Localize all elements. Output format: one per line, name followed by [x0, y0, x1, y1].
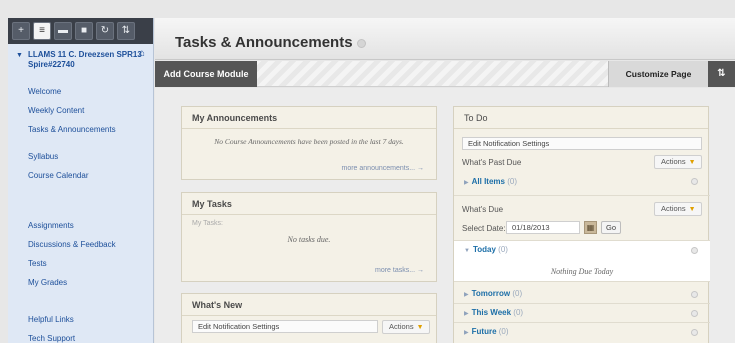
edit-notification-settings-button[interactable]: Edit Notification Settings	[192, 320, 378, 333]
status-circle-icon[interactable]	[691, 178, 698, 185]
sidebar-item-discussions-feedback[interactable]: Discussions & Feedback	[28, 240, 116, 249]
course-title-text: LLAMS 11 C. Dreezsen SPR13 Spire#22740	[28, 50, 142, 69]
tomorrow-count: (0)	[512, 289, 523, 298]
whats-past-due-label: What's Past Due	[462, 158, 522, 167]
whats-due-actions-button[interactable]: Actions ▼	[654, 202, 702, 216]
course-title[interactable]: ▼ LLAMS 11 C. Dreezsen SPR13 Spire#22740…	[8, 44, 153, 78]
list-icon[interactable]: ≡	[33, 22, 51, 40]
select-date-input[interactable]: 01/18/2013	[506, 221, 580, 234]
plus-icon[interactable]: +	[12, 22, 30, 40]
folder-icon[interactable]: ▬	[54, 22, 72, 40]
chevron-down-icon: ▼	[688, 206, 696, 213]
all-items-toggle[interactable]: ▶ All Items (0)	[464, 177, 517, 186]
my-announcements-module: My Announcements No Course Announcements…	[181, 106, 437, 180]
sort-icon[interactable]: ⇅	[117, 22, 135, 40]
chevron-down-icon[interactable]: ▼	[16, 51, 23, 61]
page-title: Tasks & Announcements	[175, 34, 353, 51]
module-title[interactable]: My Announcements	[182, 107, 436, 129]
triangle-right-icon: ▶	[464, 311, 469, 317]
tomorrow-toggle[interactable]: ▶ Tomorrow (0)	[464, 289, 522, 298]
whats-new-module: What's New Edit Notification Settings Ac…	[181, 293, 437, 343]
today-label: Today	[472, 245, 496, 254]
tasks-empty-message: No tasks due.	[287, 235, 331, 244]
this-week-count: (0)	[513, 308, 524, 317]
actions-label: Actions	[389, 322, 414, 331]
sidebar-item-assignments[interactable]: Assignments	[28, 221, 74, 230]
add-course-module-button[interactable]: Add Course Module	[155, 61, 257, 87]
sidebar-item-weekly-content[interactable]: Weekly Content	[28, 106, 84, 115]
triangle-down-icon: ▼	[464, 248, 470, 254]
more-tasks-link[interactable]: more tasks... →	[375, 267, 424, 274]
today-count: (0)	[498, 245, 508, 254]
module-title[interactable]: To Do	[454, 107, 708, 129]
whats-new-actions-button[interactable]: Actions ▼	[382, 320, 430, 334]
past-due-actions-button[interactable]: Actions ▼	[654, 155, 702, 169]
module-title[interactable]: What's New	[182, 294, 436, 316]
today-toggle[interactable]: ▼ Today (0)	[464, 245, 508, 254]
module-content-area: My Announcements No Course Announcements…	[155, 88, 735, 343]
sidebar-item-welcome[interactable]: Welcome	[28, 87, 61, 96]
triangle-right-icon: ▶	[464, 292, 469, 298]
refresh-icon[interactable]: ↻	[96, 22, 114, 40]
tomorrow-label: Tomorrow	[471, 289, 511, 298]
sidebar-item-tests[interactable]: Tests	[28, 259, 47, 268]
whats-due-label: What's Due	[462, 205, 504, 214]
calendar-icon[interactable]: ▦	[584, 221, 597, 234]
triangle-right-icon: ▶	[464, 180, 469, 186]
all-items-label: All Items	[471, 177, 505, 186]
course-menu-toolbar: + ≡ ▬ ■ ↻ ⇅	[8, 18, 153, 44]
reorder-icon[interactable]: ⇅	[708, 61, 735, 87]
divider	[454, 195, 710, 196]
nothing-due-message: Nothing Due Today	[550, 267, 614, 276]
action-bar: Add Course Module Customize Page ⇅	[155, 61, 735, 87]
future-label: Future	[471, 327, 497, 336]
divider	[454, 322, 710, 323]
my-tasks-sublabel: My Tasks:	[192, 220, 223, 227]
card-icon[interactable]: ■	[75, 22, 93, 40]
actions-label: Actions	[661, 157, 686, 166]
go-button[interactable]: Go	[601, 221, 621, 234]
this-week-toggle[interactable]: ▶ This Week (0)	[464, 308, 523, 317]
sidebar-item-syllabus[interactable]: Syllabus	[28, 152, 58, 161]
status-circle-icon[interactable]	[691, 329, 698, 336]
home-icon[interactable]: ⌂	[139, 49, 145, 59]
page-header: Tasks & Announcements	[155, 18, 735, 60]
customize-page-button[interactable]: Customize Page	[608, 61, 708, 87]
triangle-right-icon: ▶	[464, 330, 469, 336]
all-items-count: (0)	[507, 177, 517, 186]
this-week-label: This Week	[471, 308, 512, 317]
my-tasks-module: My Tasks My Tasks: No tasks due. more ta…	[181, 192, 437, 282]
future-toggle[interactable]: ▶ Future (0)	[464, 327, 509, 336]
chevron-down-icon: ▼	[416, 324, 424, 331]
status-circle-icon[interactable]	[691, 291, 698, 298]
divider	[454, 303, 710, 304]
chevron-down-icon: ▼	[688, 159, 696, 166]
sidebar-item-course-calendar[interactable]: Course Calendar	[28, 171, 88, 180]
to-do-module: To Do Edit Notification Settings What's …	[453, 106, 710, 343]
edit-notification-settings-button[interactable]: Edit Notification Settings	[462, 137, 702, 150]
sidebar-item-my-grades[interactable]: My Grades	[28, 278, 67, 287]
course-menu-sidebar: + ≡ ▬ ■ ↻ ⇅ ▼ LLAMS 11 C. Dreezsen SPR13…	[8, 18, 154, 343]
today-section: ▼ Today (0) Nothing Due Today	[454, 240, 710, 282]
future-count: (0)	[498, 327, 509, 336]
announcements-empty-message: No Course Announcements have been posted…	[214, 137, 404, 146]
module-title[interactable]: My Tasks	[182, 193, 436, 215]
select-date-label: Select Date:	[462, 224, 506, 233]
actions-label: Actions	[661, 204, 686, 213]
page-options-icon[interactable]	[357, 39, 366, 48]
sidebar-item-helpful-links[interactable]: Helpful Links	[28, 315, 74, 324]
more-announcements-link[interactable]: more announcements... →	[342, 165, 425, 172]
sidebar-item-tech-support[interactable]: Tech Support	[28, 334, 75, 343]
sidebar-item-tasks-announcements[interactable]: Tasks & Announcements	[28, 125, 116, 134]
status-circle-icon[interactable]	[691, 310, 698, 317]
status-circle-icon[interactable]	[691, 247, 698, 254]
